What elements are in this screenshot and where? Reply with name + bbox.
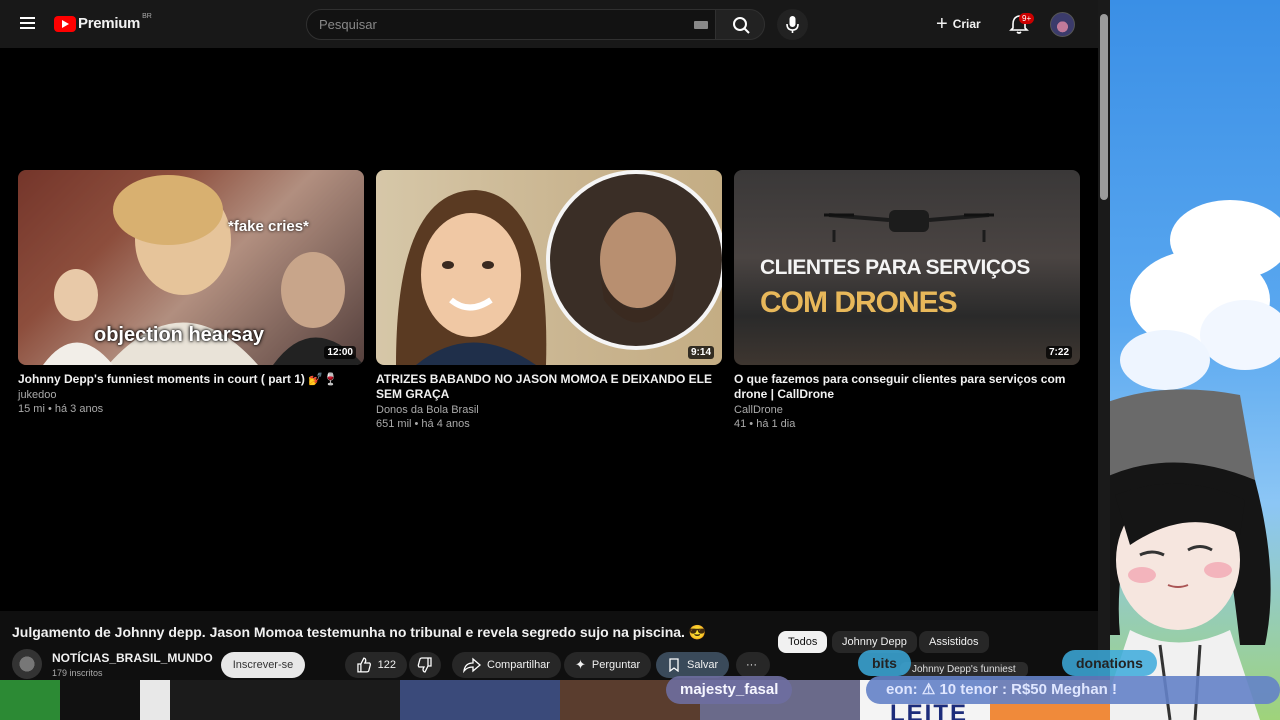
video-card[interactable]: *fake cries* objection hearsay 12:00 Joh… bbox=[18, 170, 364, 415]
more-icon: ··· bbox=[746, 659, 757, 671]
more-actions-button[interactable]: ··· bbox=[736, 652, 770, 678]
logo-country-code: BR bbox=[142, 13, 152, 20]
mic-icon bbox=[786, 16, 799, 33]
bookmark-icon bbox=[669, 658, 679, 672]
chip-all[interactable]: Todos bbox=[778, 631, 828, 653]
video-meta: 15 mi • há 3 anos bbox=[18, 403, 104, 415]
overlay-bits-label: bits bbox=[858, 650, 911, 676]
share-icon bbox=[463, 657, 481, 673]
save-button[interactable]: Salvar bbox=[656, 652, 730, 678]
logo-text: Premium bbox=[78, 15, 141, 32]
video-title[interactable]: Johnny Depp's funniest moments in court … bbox=[18, 372, 364, 387]
search-button[interactable] bbox=[715, 9, 765, 40]
like-button[interactable]: 122 bbox=[345, 652, 407, 678]
video-meta: 41 • há 1 dia bbox=[734, 418, 796, 430]
share-button[interactable]: Compartilhar bbox=[452, 652, 561, 678]
youtube-premium-logo[interactable]: Premium BR bbox=[54, 13, 152, 32]
overlay-donations-label: donations bbox=[1062, 650, 1157, 676]
voice-search-button[interactable] bbox=[777, 9, 808, 40]
video-duration: 12:00 bbox=[324, 346, 356, 359]
search-icon bbox=[733, 17, 750, 34]
share-label: Compartilhar bbox=[487, 659, 550, 671]
create-label: Criar bbox=[952, 17, 981, 31]
ask-button[interactable]: ✦ Perguntar bbox=[564, 652, 652, 678]
chip-watched[interactable]: Assistidos bbox=[919, 631, 989, 653]
video-thumbnail[interactable]: 9:14 bbox=[376, 170, 722, 365]
thumbnail-caption: objection hearsay bbox=[94, 324, 265, 346]
save-label: Salvar bbox=[687, 659, 719, 671]
channel-name[interactable]: jukedoo bbox=[18, 389, 364, 401]
channel-name[interactable]: Donos da Bola Brasil bbox=[376, 404, 722, 416]
top-bar: Premium BR + Criar 9+ bbox=[0, 0, 1098, 48]
thumbnail-art bbox=[396, 170, 722, 365]
keyboard-icon[interactable] bbox=[694, 21, 708, 29]
channel-avatar[interactable] bbox=[12, 649, 42, 679]
watch-channel-name[interactable]: NOTÍCIAS_BRASIL_MUNDO bbox=[52, 651, 213, 665]
sparkle-icon: ✦ bbox=[575, 657, 586, 672]
youtube-window: Premium BR + Criar 9+ bbox=[0, 0, 1110, 720]
overlay-mini-title: Johnny Depp's funniest bbox=[900, 662, 1028, 677]
watch-video-title: Julgamento de Johnny depp. Jason Momoa t… bbox=[12, 624, 707, 640]
dislike-button[interactable] bbox=[409, 652, 441, 678]
video-meta: 651 mil • há 4 anos bbox=[376, 418, 470, 430]
thumbnail-caption: *fake cries* bbox=[228, 218, 309, 235]
overlay-ticker: eon: ⚠ 10 tenor : R$50 Meghan ! bbox=[866, 676, 1280, 704]
search-input[interactable] bbox=[319, 10, 679, 39]
subscriber-count: 179 inscritos bbox=[52, 668, 103, 678]
thumbs-up-icon bbox=[357, 657, 371, 673]
search-box bbox=[306, 9, 716, 40]
thumbnail-caption: CLIENTES PARA SERVIÇOS bbox=[760, 256, 1030, 279]
menu-icon[interactable] bbox=[20, 17, 35, 29]
video-title[interactable]: ATRIZES BABANDO NO JASON MOMOA E DEIXAND… bbox=[376, 372, 722, 402]
overlay-username: majesty_fasal bbox=[666, 676, 793, 704]
youtube-play-icon bbox=[54, 15, 76, 32]
video-duration: 7:22 bbox=[1045, 346, 1072, 359]
video-thumbnail[interactable]: *fake cries* objection hearsay 12:00 bbox=[18, 170, 364, 365]
video-thumbnail[interactable]: CLIENTES PARA SERVIÇOS COM DRONES 7:22 bbox=[734, 170, 1080, 365]
like-count: 122 bbox=[377, 659, 396, 671]
profile-avatar[interactable] bbox=[1050, 12, 1075, 37]
video-title[interactable]: O que fazemos para conseguir clientes pa… bbox=[734, 372, 1080, 402]
video-card[interactable]: CLIENTES PARA SERVIÇOS COM DRONES 7:22 O… bbox=[734, 170, 1080, 430]
ask-label: Perguntar bbox=[591, 659, 641, 671]
video-duration: 9:14 bbox=[687, 346, 714, 359]
subscribe-button[interactable]: Inscrever-se bbox=[221, 652, 305, 678]
channel-name[interactable]: CallDrone bbox=[734, 404, 1080, 416]
thumbnail-caption: COM DRONES bbox=[760, 286, 958, 319]
notification-badge: 9+ bbox=[1019, 13, 1035, 24]
plus-icon: + bbox=[936, 13, 948, 35]
scrollbar-thumb[interactable] bbox=[1100, 14, 1108, 200]
scrollbar[interactable] bbox=[1098, 0, 1110, 720]
video-card[interactable]: 9:14 ATRIZES BABANDO NO JASON MOMOA E DE… bbox=[376, 170, 722, 430]
thumbs-down-icon bbox=[417, 657, 432, 673]
create-button[interactable]: + Criar bbox=[936, 12, 981, 36]
